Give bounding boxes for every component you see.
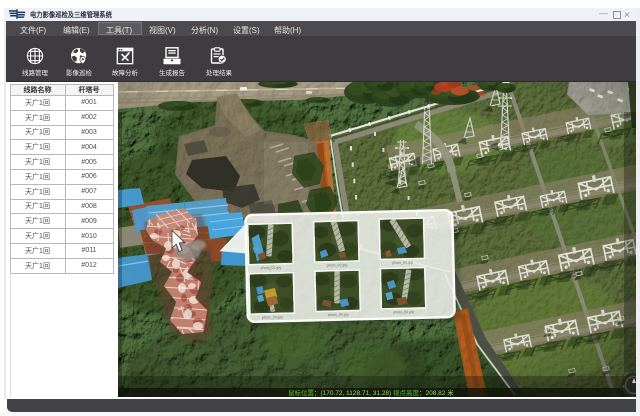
svg-text:鼠标位置：(170.72, 1128.71, 31.28): 鼠标位置：(170.72, 1128.71, 31.28) 视点高度：208.8… xyxy=(288,388,454,397)
